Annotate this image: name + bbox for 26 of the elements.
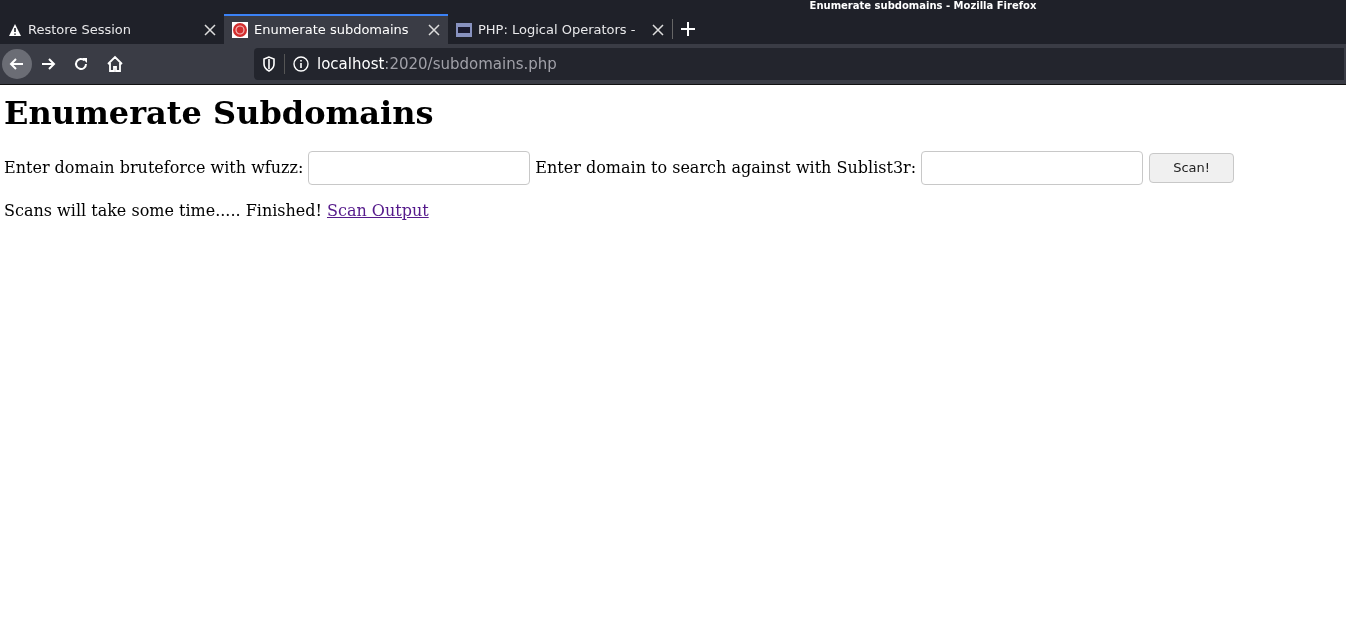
info-icon[interactable] — [293, 56, 309, 72]
input-field[interactable] — [921, 151, 1144, 185]
reload-icon[interactable] — [72, 55, 90, 73]
status-text: Scans will take some time..... Finished! — [4, 200, 322, 222]
scan-button[interactable]: Scan! — [1149, 153, 1235, 183]
address-bar[interactable]: localhost:2020/subdomains.php — [254, 48, 1344, 80]
home-icon[interactable] — [106, 55, 124, 73]
warning-icon — [8, 23, 22, 37]
close-icon[interactable] — [428, 24, 440, 36]
input-field[interactable] — [308, 151, 531, 185]
shield-icon[interactable] — [262, 56, 276, 72]
back-button[interactable] — [2, 49, 32, 79]
new-tab-icon[interactable] — [681, 22, 695, 36]
close-icon[interactable] — [652, 24, 664, 36]
browser-tab[interactable]: PHP: Logical Operators - — [448, 14, 672, 44]
browser-tab[interactable]: Restore Session — [0, 14, 224, 44]
page-heading: Enumerate Subdomains — [4, 97, 435, 129]
browser-tab[interactable]: Enumerate subdomains — [224, 14, 448, 44]
favicon-icon — [232, 22, 248, 38]
field-label: Enter domain to search against with Sublist3r: — [535, 157, 917, 179]
scan-output-link[interactable]: Scan Output — [327, 199, 429, 223]
php-icon — [456, 23, 472, 37]
field-label: Enter domain bruteforce with wfuzz: — [4, 157, 304, 179]
close-icon[interactable] — [204, 24, 216, 36]
window-title: Enumerate subdomains - Mozilla Firefox — [809, 0, 1037, 13]
url-text: localhost:2020/subdomains.php — [317, 53, 557, 75]
